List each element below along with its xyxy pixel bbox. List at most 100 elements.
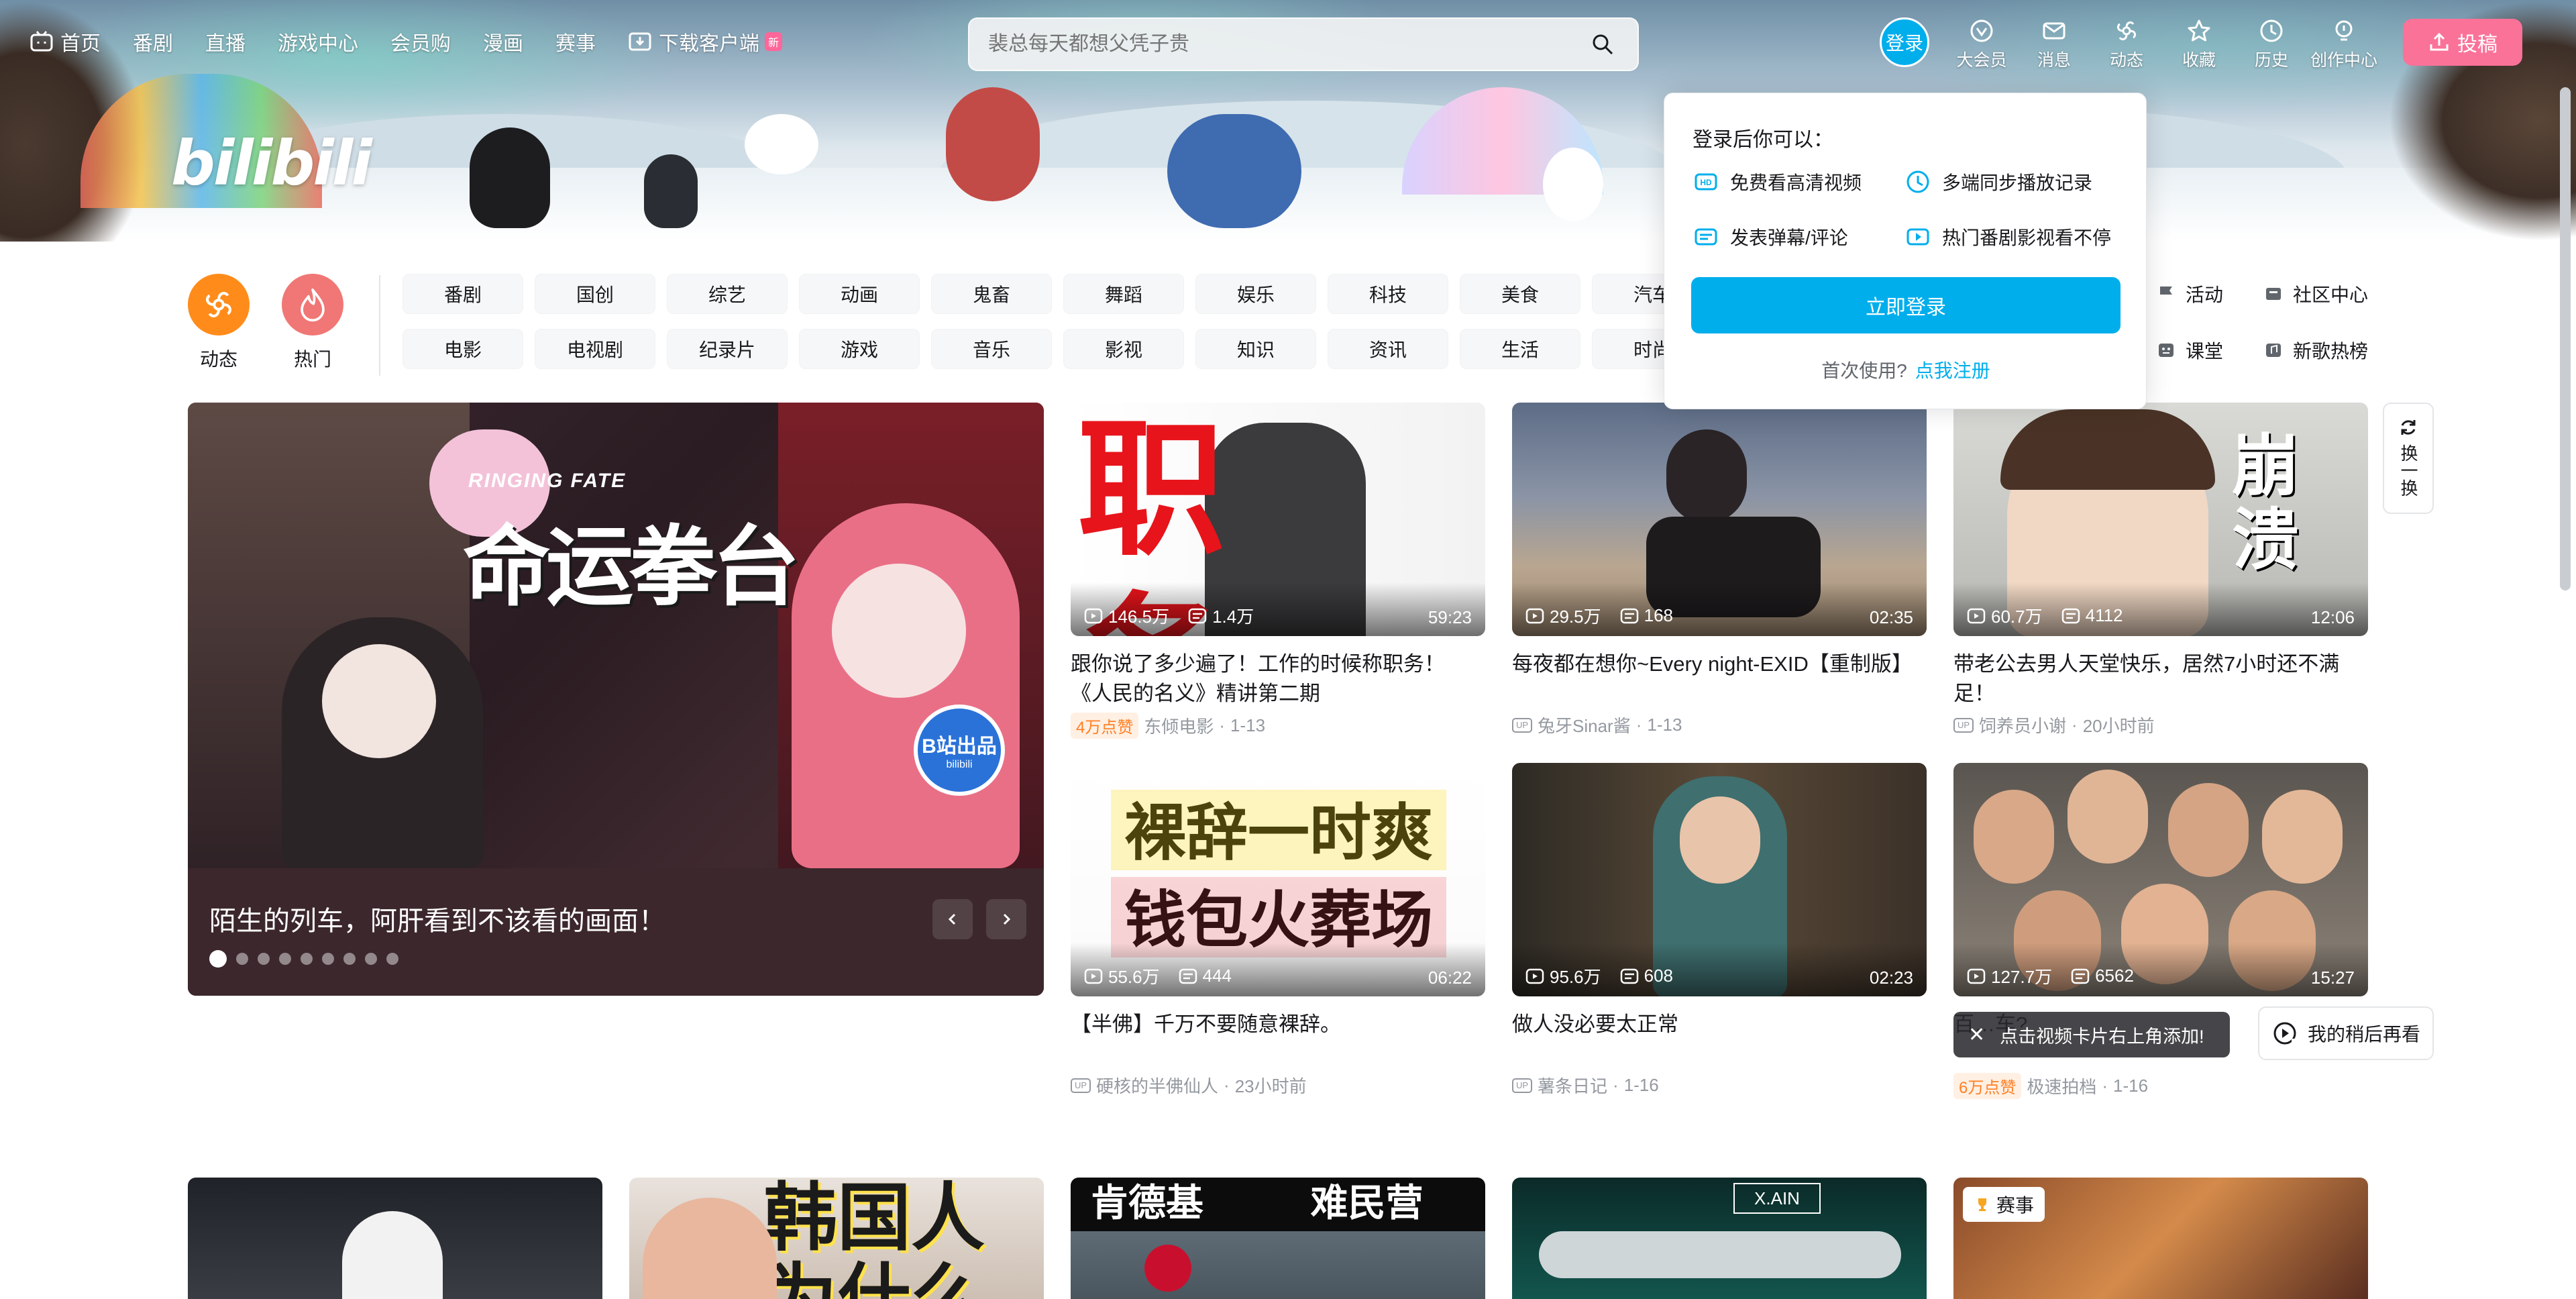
channel-button[interactable]: 音乐 xyxy=(931,329,1052,369)
video-duration: 59:23 xyxy=(1428,607,1472,627)
carousel-dot[interactable] xyxy=(343,953,356,965)
nav-vip[interactable]: 大会员 xyxy=(1945,17,2018,71)
nav-history[interactable]: 历史 xyxy=(2235,17,2308,71)
side-link-community[interactable]: 社区中心 xyxy=(2263,280,2368,307)
channel-button[interactable]: 游戏 xyxy=(799,329,920,369)
search-button[interactable] xyxy=(1587,28,1619,60)
login-now-button[interactable]: 立即登录 xyxy=(1691,277,2121,333)
channel-button[interactable]: 鬼畜 xyxy=(931,274,1052,314)
nav-item-manga[interactable]: 漫画 xyxy=(483,27,523,56)
video-thumbnail[interactable]: 崩溃 60.7万 4112 12:06 xyxy=(1953,403,2368,636)
nav-label: 首页 xyxy=(60,33,101,55)
channel-button[interactable]: 动画 xyxy=(799,274,920,314)
video-card-partial[interactable]: 韩国人 为什么 xyxy=(629,1178,1044,1299)
video-thumbnail[interactable]: 95.6万 608 02:23 xyxy=(1512,763,1927,996)
carousel-dot[interactable] xyxy=(258,953,270,965)
nav-item-live[interactable]: 直播 xyxy=(205,27,246,56)
channel-button[interactable]: 知识 xyxy=(1195,329,1316,369)
channel-button[interactable]: 国创 xyxy=(535,274,655,314)
upload-button[interactable]: 投稿 xyxy=(2403,19,2522,66)
video-title[interactable]: 带老公去男人天堂快乐，居然7小时还不满足！ xyxy=(1953,650,2368,709)
side-link-classroom[interactable]: 课堂 xyxy=(2156,337,2223,364)
video-author[interactable]: 硬核的半佛仙人 xyxy=(1096,1073,1218,1098)
register-link[interactable]: 点我注册 xyxy=(1915,360,1990,381)
video-card-partial[interactable]: X.AIN xyxy=(1512,1178,1927,1299)
video-title[interactable]: 跟你说了多少遍了！工作的时候称职务！《人民的名义》精讲第二期 xyxy=(1071,650,1485,709)
featured-carousel[interactable]: RINGING FATE 命运拳台 B站出品 bilibili 陌生的列车，阿肝… xyxy=(188,403,1044,996)
side-link-music-chart[interactable]: 新歌热榜 xyxy=(2263,337,2368,364)
channel-button[interactable]: 美食 xyxy=(1460,274,1580,314)
channel-button[interactable]: 番剧 xyxy=(402,274,523,314)
video-card[interactable]: 95.6万 608 02:23 做人没必要太正常 UP 薯条日记 · 1-16 xyxy=(1512,763,1927,1098)
video-author[interactable]: 东倾电影 xyxy=(1144,713,1214,738)
video-date: 23小时前 xyxy=(1234,1076,1307,1096)
video-thumbnail[interactable]: 127.7万 6562 15:27 xyxy=(1953,763,2368,996)
search-bar[interactable] xyxy=(968,17,1639,71)
danmaku-count: 444 xyxy=(1179,966,1232,986)
video-author[interactable]: 极速拍档 xyxy=(2027,1074,2096,1098)
video-thumbnail[interactable]: 职 务 146.5万 1.4万 59:23 xyxy=(1071,403,1485,636)
video-card-partial[interactable] xyxy=(188,1178,602,1299)
video-title[interactable]: 做人没必要太正常 xyxy=(1512,1010,1927,1069)
video-title[interactable]: 每夜都在想你~Every night-EXID【重制版】 xyxy=(1512,650,1927,709)
channel-button[interactable]: 电影 xyxy=(402,329,523,369)
carousel-prev-button[interactable] xyxy=(932,899,973,939)
video-thumbnail[interactable]: 裸辞一时爽 钱包火葬场 55.6万 444 06:22 xyxy=(1071,763,1485,996)
side-link-activity[interactable]: 活动 xyxy=(2156,280,2223,307)
nav-item-home[interactable]: 首页 xyxy=(30,27,101,56)
carousel-title[interactable]: 陌生的列车，阿肝看到不该看的画面！ xyxy=(209,899,665,938)
refresh-button[interactable]: 换一换 xyxy=(2383,403,2434,514)
channel-button[interactable]: 生活 xyxy=(1460,329,1580,369)
carousel-dot[interactable] xyxy=(209,950,227,968)
video-card[interactable]: 崩溃 60.7万 4112 12:06 带老公去男人天堂快乐，居然7小时还不满足… xyxy=(1953,403,2368,737)
nav-item-vip-shop[interactable]: 会员购 xyxy=(390,27,451,56)
carousel-dot[interactable] xyxy=(365,953,377,965)
bilibili-logo[interactable]: bilibili xyxy=(171,127,372,199)
carousel-next-button[interactable] xyxy=(986,899,1026,939)
video-author[interactable]: 兔牙Sinar酱 xyxy=(1538,713,1631,737)
dynamic-button[interactable] xyxy=(188,274,250,335)
character-face xyxy=(322,644,436,758)
penguin-decoration xyxy=(470,127,550,228)
channel-button[interactable]: 电视剧 xyxy=(535,329,655,369)
nav-item-download[interactable]: 下载客户端 新 xyxy=(628,27,783,56)
watch-later-button[interactable]: 我的稍后再看 xyxy=(2258,1006,2434,1060)
carousel-dot[interactable] xyxy=(236,953,248,965)
nav-label: 创作中心 xyxy=(2310,51,2377,70)
video-card-partial[interactable]: 赛事 xyxy=(1953,1178,2368,1299)
carousel-dot[interactable] xyxy=(386,953,398,965)
nav-favorites[interactable]: 收藏 xyxy=(2163,17,2235,71)
video-card[interactable]: 29.5万 168 02:35 每夜都在想你~Every night-EXID【… xyxy=(1512,403,1927,737)
close-icon[interactable]: ✕ xyxy=(1968,1023,1985,1047)
nav-item-game-center[interactable]: 游戏中心 xyxy=(278,27,358,56)
community-icon xyxy=(2266,288,2281,300)
carousel-dot[interactable] xyxy=(279,953,291,965)
page-scrollbar[interactable] xyxy=(2560,87,2571,590)
channel-button[interactable]: 资讯 xyxy=(1328,329,1448,369)
search-input[interactable] xyxy=(988,33,1587,56)
nav-creator-center[interactable]: 创作中心 xyxy=(2308,17,2380,71)
video-card-partial[interactable]: 肯德基 难民营 xyxy=(1071,1178,1485,1299)
nav-messages[interactable]: 消息 xyxy=(2018,17,2090,71)
carousel-dot[interactable] xyxy=(322,953,334,965)
carousel-dot[interactable] xyxy=(301,953,313,965)
nav-item-esports[interactable]: 赛事 xyxy=(555,27,596,56)
video-author[interactable]: 薯条日记 xyxy=(1538,1073,1607,1098)
nav-item-anime[interactable]: 番剧 xyxy=(133,27,173,56)
video-card[interactable]: 职 务 146.5万 1.4万 59:23 跟你说了多少遍了！工作的时候称职务！… xyxy=(1071,403,1485,739)
channel-button[interactable]: 影视 xyxy=(1063,329,1184,369)
video-card[interactable]: 裸辞一时爽 钱包火葬场 55.6万 444 06:22 【半佛】千万不要随意裸辞… xyxy=(1071,763,1485,1098)
channel-button[interactable]: 舞蹈 xyxy=(1063,274,1184,314)
channel-button[interactable]: 科技 xyxy=(1328,274,1448,314)
video-thumbnail[interactable]: 29.5万 168 02:35 xyxy=(1512,403,1927,636)
login-avatar-button[interactable]: 登录 xyxy=(1880,17,1929,67)
channel-button[interactable]: 纪录片 xyxy=(667,329,788,369)
nav-feed[interactable]: 动态 xyxy=(2090,17,2163,71)
video-author[interactable]: 饲养员小谢 xyxy=(1979,713,2066,737)
channel-button[interactable]: 综艺 xyxy=(667,274,788,314)
video-title[interactable]: 【半佛】千万不要随意裸辞。 xyxy=(1071,1010,1485,1069)
svg-text:HD: HD xyxy=(1700,178,1712,187)
feature-label: 发表弹幕/评论 xyxy=(1730,227,1848,248)
hot-button[interactable] xyxy=(282,274,343,335)
channel-button[interactable]: 娱乐 xyxy=(1195,274,1316,314)
